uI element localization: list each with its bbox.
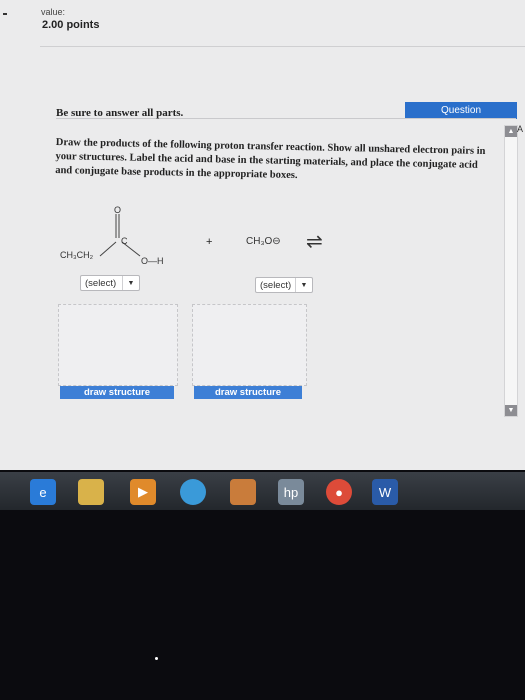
scroll-up-icon[interactable]: ▲ — [505, 126, 517, 137]
ethyl-bond — [99, 241, 117, 257]
scroll-down-icon[interactable]: ▼ — [505, 405, 517, 416]
chrome-icon[interactable]: ● — [326, 479, 352, 505]
ie-icon[interactable]: e — [30, 479, 56, 505]
draw-box-left[interactable] — [58, 304, 178, 386]
file-explorer-icon[interactable] — [78, 479, 104, 505]
select-right[interactable]: (select) ▼ — [255, 277, 313, 293]
chevron-down-icon[interactable]: ▼ — [122, 276, 139, 290]
divider-mark — [3, 13, 7, 15]
paint-icon[interactable] — [230, 479, 256, 505]
question-tab[interactable]: Question — [405, 102, 517, 119]
chevron-down-icon[interactable]: ▼ — [295, 278, 312, 292]
hp-icon[interactable]: hp — [278, 479, 304, 505]
draw-structure-button-right[interactable]: draw structure — [194, 386, 302, 399]
points-label: 2.00 points — [42, 19, 100, 31]
select-right-value: (select) — [260, 280, 292, 291]
value-label: value: — [41, 7, 66, 17]
browser-page: value: 2.00 points Question Be sure to a… — [0, 0, 525, 470]
ethyl-label: CH₃CH₂ — [60, 250, 94, 260]
divider — [40, 46, 525, 47]
plus-sign: + — [206, 236, 213, 248]
hydroxyl-label: O—H — [141, 256, 164, 266]
app-icon[interactable] — [180, 479, 206, 505]
draw-box-right[interactable] — [192, 304, 307, 386]
word-icon[interactable]: W — [372, 479, 398, 505]
camera-dot — [155, 657, 158, 660]
equilibrium-arrow: ⇌ — [306, 231, 323, 253]
methoxide-label: CH₃O⊖ — [246, 236, 281, 247]
instructions-heading: Be sure to answer all parts. — [56, 107, 184, 119]
carbon-label: C — [121, 236, 128, 246]
select-left-value: (select) — [85, 278, 117, 289]
oxygen-label: O — [114, 205, 122, 215]
side-letter: A — [517, 124, 524, 134]
scrollbar[interactable]: ▲ ▼ — [504, 125, 518, 417]
instructions-text: Draw the products of the following proto… — [55, 136, 486, 182]
draw-structure-button-left[interactable]: draw structure — [60, 386, 174, 399]
select-left[interactable]: (select) ▼ — [80, 275, 140, 291]
media-player-icon[interactable]: ▶ — [130, 479, 156, 505]
